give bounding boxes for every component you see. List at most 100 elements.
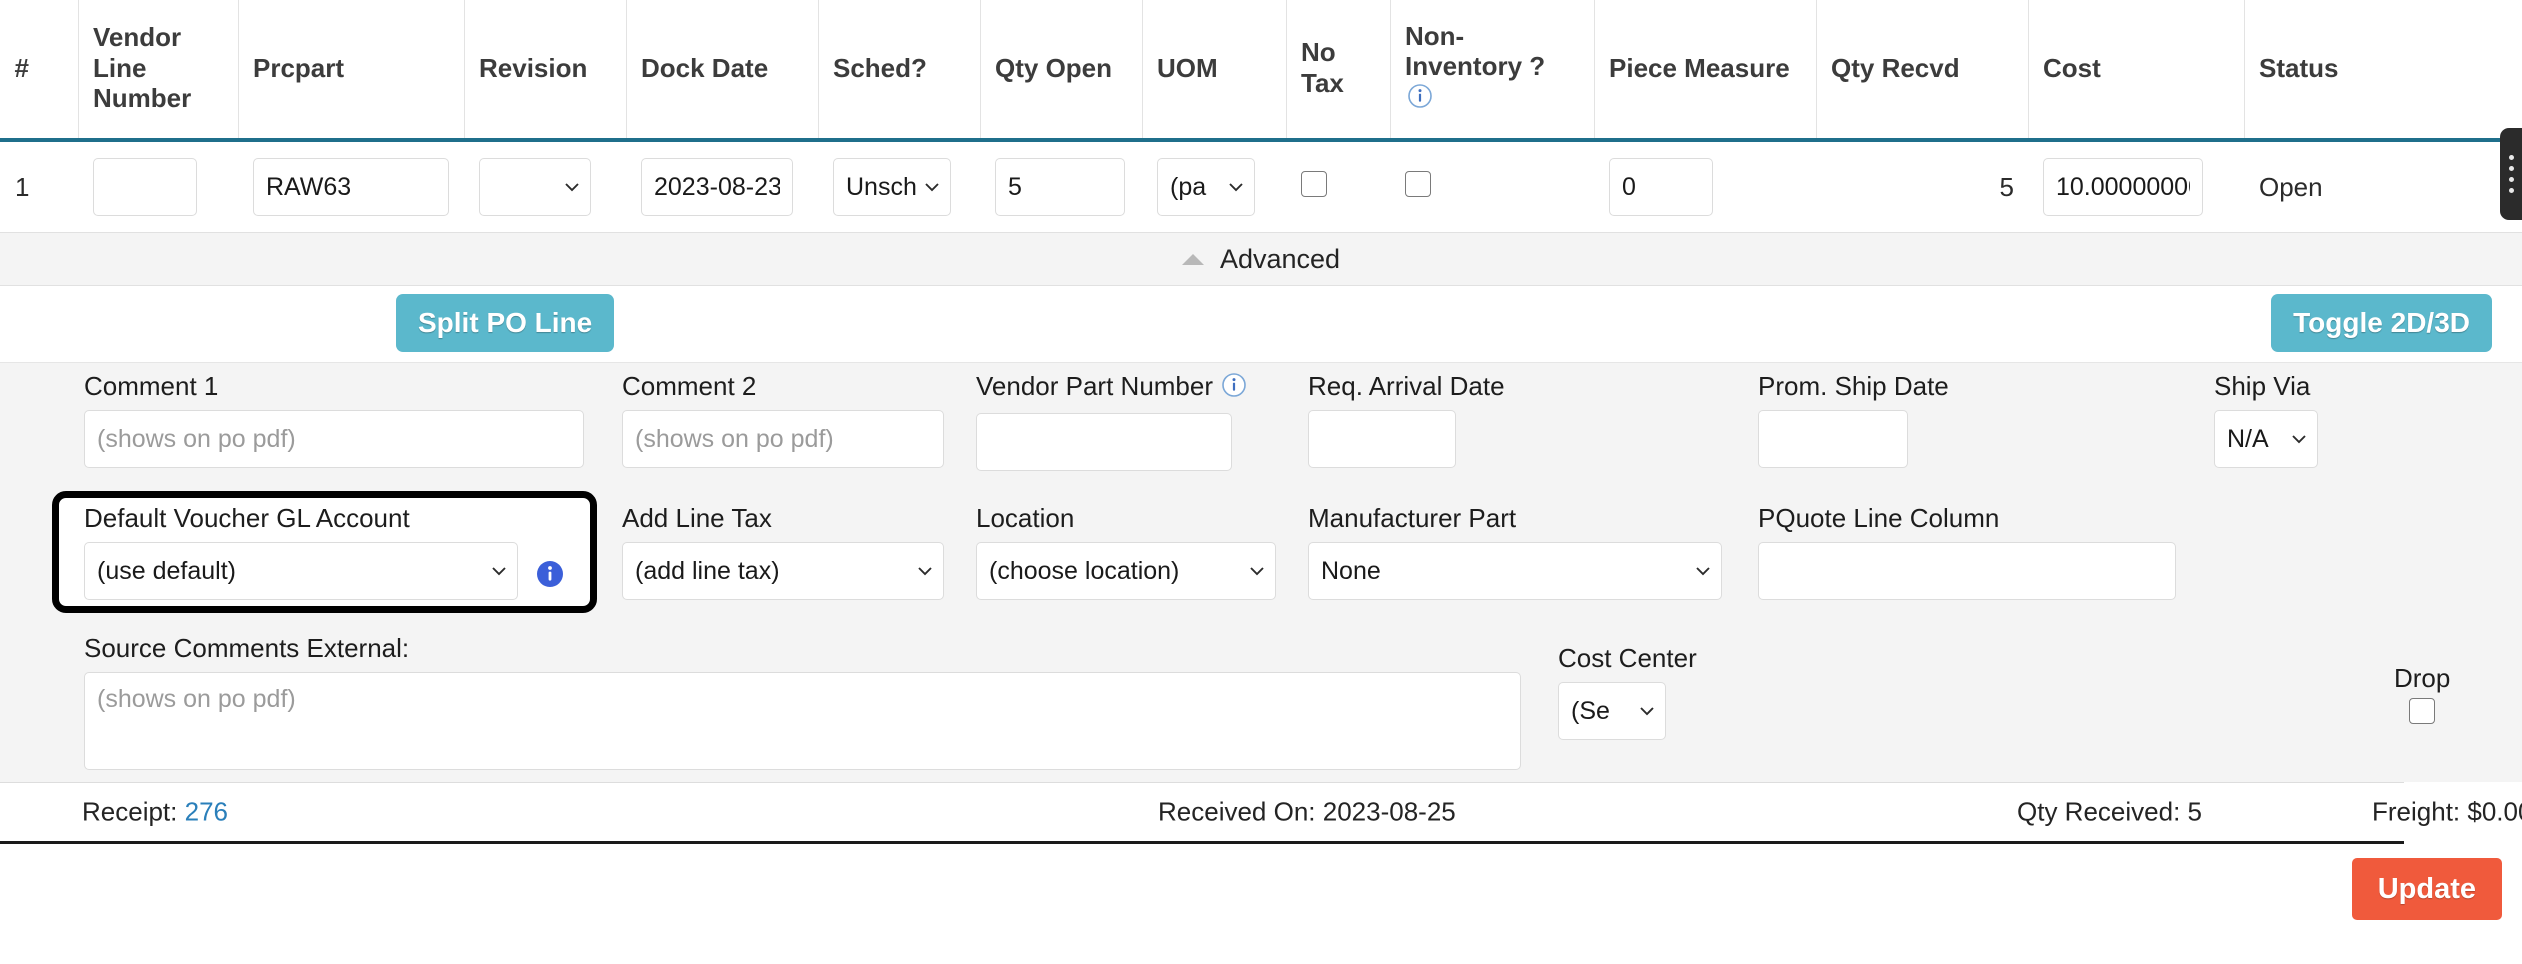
cost-input[interactable]	[2043, 158, 2203, 216]
column-header-cost: Cost	[2028, 0, 2245, 142]
add-line-tax-value: (add line tax)	[635, 556, 780, 585]
cost-center-label: Cost Center	[1558, 643, 1697, 673]
prcpart-input[interactable]	[253, 158, 449, 216]
source-comments-external-textarea[interactable]	[84, 672, 1521, 770]
info-icon[interactable]	[1407, 83, 1433, 116]
chevron-down-icon	[1638, 702, 1656, 720]
ship-via-select-value: N/A	[2227, 424, 2269, 453]
handle-dot	[2508, 188, 2514, 193]
column-header-revision-label: Revision	[479, 52, 588, 83]
column-header-hash: #	[0, 0, 79, 142]
revision-select[interactable]	[479, 158, 591, 216]
update-action-bar: Update	[0, 844, 2522, 940]
cell-status: Open	[2244, 140, 2522, 232]
chevron-down-icon	[923, 178, 941, 196]
drop-checkbox[interactable]	[2409, 698, 2436, 724]
line-action-bar: Split PO Line Toggle 2D/3D	[0, 286, 2522, 362]
gl-account-info-icon[interactable]	[536, 560, 564, 588]
field-comment1: Comment 1	[84, 371, 584, 468]
chevron-up-icon	[1181, 253, 1204, 265]
req-arrival-date-label: Req. Arrival Date	[1308, 371, 1505, 401]
manufacturer-part-select[interactable]: None	[1308, 542, 1722, 600]
column-header-vendor-line-number-label: Vendor Line Number	[93, 21, 192, 114]
column-header-piece-measure-label: Piece Measure	[1609, 52, 1790, 83]
table-row: 1 Unsch	[0, 140, 2522, 232]
comment2-input[interactable]	[622, 410, 944, 468]
uom-select-value: (pa	[1170, 172, 1207, 201]
location-value: (choose location)	[989, 556, 1180, 585]
cell-piece-measure	[1594, 140, 1817, 232]
dock-date-input[interactable]	[641, 158, 793, 216]
source-comments-external-label: Source Comments External:	[84, 633, 410, 663]
column-header-status: Status	[2244, 0, 2522, 142]
comment1-label: Comment 1	[84, 371, 219, 401]
cell-dock-date	[626, 140, 819, 232]
manufacturer-part-label: Manufacturer Part	[1308, 503, 1517, 533]
piece-measure-input[interactable]	[1609, 158, 1713, 216]
column-header-non-inventory-label: Non-Inventory ?	[1405, 20, 1546, 82]
column-header-qty-open-label: Qty Open	[995, 52, 1113, 83]
toggle-2d-3d-button[interactable]: Toggle 2D/3D	[2271, 294, 2492, 352]
chevron-down-icon	[1694, 562, 1712, 580]
uom-select[interactable]: (pa	[1157, 158, 1255, 216]
column-header-no-tax: No Tax	[1286, 0, 1391, 142]
chevron-down-icon	[1227, 178, 1245, 196]
field-add-line-tax: Add Line Tax (add line tax)	[622, 503, 944, 600]
default-voucher-gl-account-value: (use default)	[97, 556, 236, 585]
default-voucher-gl-account-select[interactable]: (use default)	[84, 542, 518, 600]
advanced-toggle[interactable]: Advanced	[0, 232, 2522, 286]
vendor-part-number-input[interactable]	[976, 412, 1232, 471]
column-header-uom: UOM	[1142, 0, 1287, 142]
cost-center-select[interactable]: (Se	[1558, 682, 1666, 740]
chevron-down-icon	[563, 178, 581, 196]
req-arrival-date-input[interactable]	[1308, 410, 1456, 468]
cell-line-number: 1	[0, 140, 79, 232]
column-header-qty-recvd-label: Qty Recvd	[1831, 52, 1960, 83]
no-tax-checkbox[interactable]	[1301, 170, 1327, 197]
field-req-arrival-date: Req. Arrival Date	[1308, 371, 1505, 468]
field-source-comments-external: Source Comments External:	[84, 633, 1521, 775]
cell-qty-open	[980, 140, 1143, 232]
ship-via-select[interactable]: N/A	[2214, 410, 2318, 468]
field-cost-center: Cost Center (Se	[1558, 643, 1697, 740]
ship-via-label: Ship Via	[2214, 371, 2311, 401]
field-location: Location (choose location)	[976, 503, 1276, 600]
comment1-input[interactable]	[84, 410, 584, 468]
column-header-dock-date: Dock Date	[626, 0, 819, 142]
field-pquote-line-column: PQuote Line Column	[1758, 503, 2176, 600]
receipt-link[interactable]: 276	[185, 797, 228, 827]
split-po-line-button[interactable]: Split PO Line	[396, 294, 615, 352]
column-header-piece-measure: Piece Measure	[1594, 0, 1817, 142]
qty-open-input[interactable]	[995, 158, 1125, 216]
column-header-sched: Sched?	[818, 0, 981, 142]
manufacturer-part-value: None	[1321, 556, 1381, 585]
pquote-line-column-input[interactable]	[1758, 542, 2176, 600]
chevron-down-icon	[490, 562, 508, 580]
column-header-no-tax-label: No Tax	[1301, 37, 1344, 98]
field-manufacturer-part: Manufacturer Part None	[1308, 503, 1722, 600]
non-inventory-checkbox[interactable]	[1405, 170, 1431, 197]
chevron-down-icon	[2290, 430, 2308, 448]
sched-select[interactable]: Unsch	[833, 158, 951, 216]
add-line-tax-select[interactable]: (add line tax)	[622, 542, 944, 600]
pquote-line-column-label: PQuote Line Column	[1758, 503, 2000, 533]
column-header-prcpart: Prcpart	[238, 0, 465, 142]
location-select[interactable]: (choose location)	[976, 542, 1276, 600]
cell-uom: (pa	[1142, 140, 1287, 232]
cell-prcpart	[238, 140, 465, 232]
handle-dot	[2508, 166, 2514, 171]
info-icon[interactable]	[1221, 372, 1247, 405]
cell-sched: Unsch	[818, 140, 981, 232]
field-vendor-part-number: Vendor Part Number	[976, 371, 1247, 471]
panel-drag-handle[interactable]	[2500, 128, 2522, 220]
column-header-status-label: Status	[2259, 52, 2339, 83]
column-header-vendor-line-number: Vendor Line Number	[78, 0, 239, 142]
prom-ship-date-input[interactable]	[1758, 410, 1908, 468]
update-button[interactable]: Update	[2351, 858, 2502, 920]
column-header-qty-recvd: Qty Recvd	[1816, 0, 2029, 142]
vendor-line-number-input[interactable]	[93, 158, 197, 216]
advanced-label: Advanced	[1219, 243, 1341, 274]
receipt-summary: Receipt: 276	[82, 797, 228, 828]
table-header: # Vendor Line Number Prcpart Revision Do…	[0, 0, 2522, 142]
receipt-summary-bar: Receipt: 276 Received On: 2023-08-25 Qty…	[0, 782, 2522, 844]
